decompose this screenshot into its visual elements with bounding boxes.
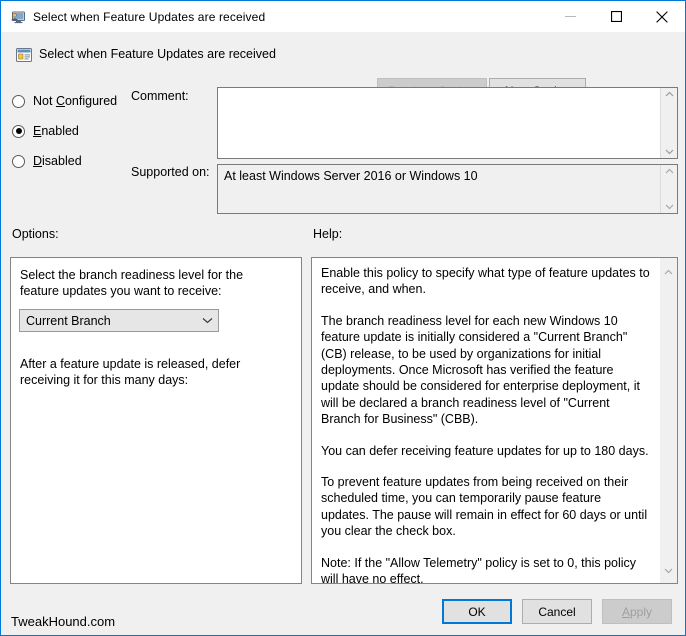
help-section-label: Help: bbox=[313, 227, 343, 241]
policy-monitor-icon bbox=[10, 9, 26, 25]
radio-not-configured[interactable]: Not Configured bbox=[12, 89, 132, 113]
radio-mark-icon bbox=[12, 94, 25, 108]
help-paragraph: Enable this policy to specify what type … bbox=[321, 266, 650, 297]
caption-buttons bbox=[547, 1, 685, 32]
scroll-up-icon[interactable] bbox=[664, 262, 673, 280]
scroll-up-icon[interactable] bbox=[665, 168, 674, 174]
options-section-label: Options: bbox=[12, 227, 59, 241]
help-paragraph: Note: If the "Allow Telemetry" policy is… bbox=[321, 555, 637, 583]
setting-header: Select when Feature Updates are received… bbox=[2, 32, 684, 103]
radio-enabled[interactable]: Enabled bbox=[12, 119, 132, 143]
group-policy-setting-dialog: Select when Feature Updates are received bbox=[0, 0, 686, 636]
supported-on-field: At least Windows Server 2016 or Windows … bbox=[217, 164, 678, 214]
supported-on-scrollbar[interactable] bbox=[660, 165, 677, 213]
scroll-down-icon[interactable] bbox=[664, 561, 673, 579]
radio-label-post: onfigured bbox=[64, 94, 118, 108]
defer-days-prompt: After a feature update is released, defe… bbox=[20, 357, 241, 387]
comment-scrollbar[interactable] bbox=[660, 88, 677, 158]
comment-input[interactable] bbox=[218, 88, 660, 158]
options-panel: Select the branch readiness level for th… bbox=[10, 257, 302, 584]
help-paragraph: To prevent feature updates from being re… bbox=[321, 475, 648, 539]
radio-label-acc: D bbox=[33, 154, 43, 168]
help-panel: Enable this policy to specify what type … bbox=[311, 257, 678, 584]
radio-mark-icon bbox=[12, 124, 25, 138]
comment-label: Comment: bbox=[131, 89, 189, 103]
scroll-down-icon[interactable] bbox=[665, 204, 674, 210]
radio-label-pre: Not bbox=[33, 94, 56, 108]
window-title: Select when Feature Updates are received bbox=[33, 9, 266, 24]
cancel-button[interactable]: Cancel bbox=[522, 599, 592, 624]
state-radio-group: Not Configured Enabled Disabled bbox=[12, 89, 132, 179]
close-icon[interactable] bbox=[639, 1, 685, 32]
chevron-down-icon[interactable] bbox=[196, 317, 218, 324]
apply-rest: pply bbox=[630, 604, 653, 619]
maximize-icon[interactable] bbox=[593, 1, 639, 32]
radio-label-post: nabled bbox=[41, 124, 79, 138]
ok-button[interactable]: OK bbox=[442, 599, 512, 624]
minimize-icon[interactable] bbox=[547, 1, 593, 32]
apply-acc: A bbox=[621, 604, 630, 619]
supported-on-value: At least Windows Server 2016 or Windows … bbox=[224, 169, 478, 183]
comment-field[interactable] bbox=[217, 87, 678, 159]
help-paragraph: The branch readiness level for each new … bbox=[321, 313, 640, 427]
help-paragraph: You can defer receiving feature updates … bbox=[321, 443, 649, 458]
radio-label-acc: C bbox=[55, 94, 65, 108]
watermark: TweakHound.com bbox=[11, 614, 116, 629]
help-scrollbar[interactable] bbox=[660, 258, 677, 583]
radio-label-post: isabled bbox=[42, 154, 82, 168]
supported-on-label: Supported on: bbox=[131, 165, 210, 179]
setting-title: Select when Feature Updates are received bbox=[39, 47, 276, 61]
help-text: Enable this policy to specify what type … bbox=[312, 258, 660, 583]
radio-disabled[interactable]: Disabled bbox=[12, 149, 132, 173]
radio-mark-icon bbox=[12, 154, 25, 168]
title-bar: Select when Feature Updates are received bbox=[1, 1, 685, 32]
apply-button[interactable]: Apply bbox=[602, 599, 672, 624]
branch-readiness-value: Current Branch bbox=[26, 313, 111, 328]
policy-setting-icon bbox=[15, 46, 33, 64]
scroll-down-icon[interactable] bbox=[665, 149, 674, 155]
scroll-up-icon[interactable] bbox=[665, 91, 674, 97]
branch-readiness-prompt: Select the branch readiness level for th… bbox=[20, 268, 244, 298]
branch-readiness-dropdown[interactable]: Current Branch bbox=[19, 309, 219, 332]
